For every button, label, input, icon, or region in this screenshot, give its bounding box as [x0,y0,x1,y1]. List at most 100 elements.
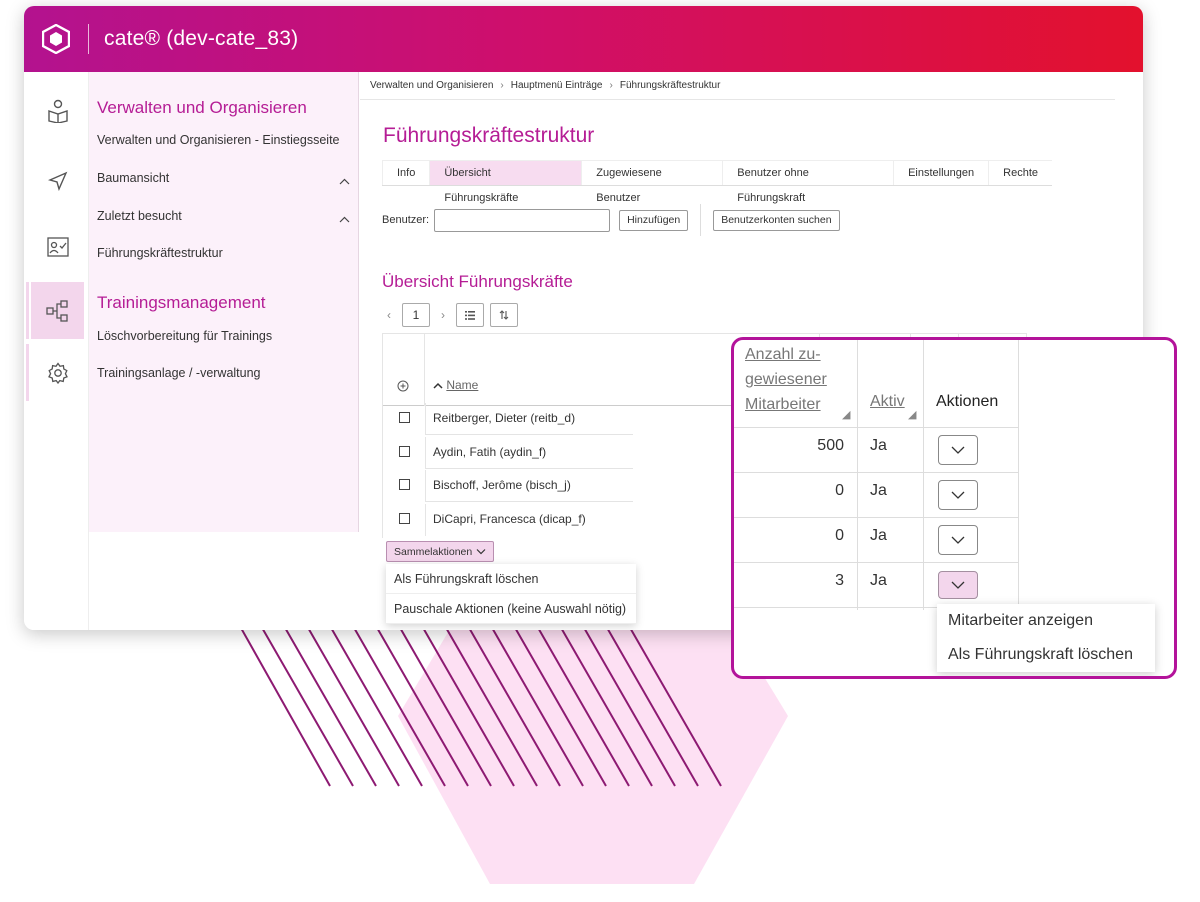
assigned-count: 500 [817,437,844,454]
breadcrumb-chevron-icon: › [609,80,613,91]
title-separator [88,24,89,54]
row-checkbox[interactable] [399,479,410,490]
column-resize-handle-icon[interactable]: ◢ [908,408,916,421]
sort-ascending-icon [433,378,446,392]
bulk-actions-label: Sammelaktionen [394,545,473,558]
next-page-icon[interactable]: › [436,308,450,322]
rail-settings-icon[interactable] [31,344,84,401]
nav-item-leader-structure[interactable]: Führungskräftestruktur [97,246,223,260]
row-actions-menu: Mitarbeiter anzeigen Als Führungskraft l… [937,604,1155,672]
search-accounts-button[interactable]: Benutzerkonten suchen [713,209,840,231]
name-column-label: Name [446,378,479,392]
user-add-row: Benutzer: Hinzufügen Benutzerkonten such… [382,204,840,236]
chevron-up-icon[interactable] [339,212,350,226]
breadcrumb-item[interactable]: Führungskräftestruktur [620,80,721,91]
add-button[interactable]: Hinzufügen [619,209,689,231]
tab-settings[interactable]: Einstellungen [893,161,988,185]
nav-item-start-page[interactable]: Verwalten und Organisieren - Einstiegsse… [97,133,340,147]
chevron-down-icon [476,546,486,558]
row-divider [734,562,1019,563]
zoom-callout: Anzahl zu- gewiesener Mitarbeiter ◢ Akti… [731,337,1177,679]
row-actions-dropdown[interactable] [938,525,978,555]
active-value: Ja [870,527,887,544]
nav-heading-organize: Verwalten und Organisieren [97,98,307,117]
count-column-header-line1[interactable]: Anzahl zu- [745,346,821,364]
breadcrumb-item[interactable]: Verwalten und Organisieren [370,80,493,91]
active-value: Ja [870,437,887,454]
leader-name: Bischoff, Jerôme (bisch_j) [433,478,571,492]
leader-name: Aydin, Fatih (aydin_f) [433,445,547,459]
active-value: Ja [870,572,887,589]
leader-name: Reitberger, Dieter (reitb_d) [433,411,576,425]
assigned-count: 0 [835,527,844,544]
row-checkbox[interactable] [399,446,410,457]
nav-item-recently-visited[interactable]: Zuletzt besucht [97,209,182,223]
column-divider [1018,340,1019,610]
count-column-header-line2[interactable]: gewiesener [745,371,827,389]
menu-delete-leader[interactable]: Als Führungskraft löschen [937,638,1155,672]
user-input[interactable] [434,208,611,232]
active-column-header[interactable]: Aktiv [870,393,905,411]
row-divider [425,501,633,502]
row-checkbox[interactable] [399,513,410,524]
nav-item-training-admin[interactable]: Trainingsanlage / -verwaltung [97,366,261,380]
bulk-menu-general-actions[interactable]: Pauschale Aktionen (keine Auswahl nötig) [386,594,636,624]
menu-show-employees[interactable]: Mitarbeiter anzeigen [937,604,1155,638]
header-divider [734,427,1019,428]
tab-users-without-leader[interactable]: Benutzer ohne Führungskraft [722,161,893,204]
icon-rail [24,72,89,630]
rail-send-icon[interactable] [31,152,84,209]
cell-divider [425,504,426,536]
chevron-down-icon [951,536,965,544]
row-divider [425,434,633,435]
bulk-actions-button[interactable]: Sammelaktionen [386,541,495,562]
tab-rights[interactable]: Rechte [988,161,1052,185]
breadcrumb-item[interactable]: Hauptmenü Einträge [511,80,603,91]
page-title: Führungskräftestruktur [383,124,595,147]
sort-icon[interactable] [490,303,518,327]
nav-item-tree-view[interactable]: Baumansicht [97,171,169,185]
row-actions-dropdown-open[interactable] [938,571,978,599]
rail-organize-icon[interactable] [31,282,84,339]
nav-heading-training: Trainingsmanagement [97,293,266,312]
tab-leader-overview[interactable]: Übersicht Führungskräfte [429,161,582,204]
top-bar: cate® (dev-cate_83) [24,6,1143,72]
cate-logo-icon[interactable] [24,6,88,72]
tab-assigned-users[interactable]: Zugewiesene Benutzer [581,161,722,204]
tab-info[interactable]: Info [382,161,429,185]
breadcrumb-chevron-icon: › [500,80,504,91]
name-column-header[interactable]: Name [433,378,478,392]
breadcrumb: Verwalten und Organisieren › Hauptmenü E… [360,72,1115,100]
bulk-menu-delete-leader[interactable]: Als Führungskraft löschen [386,564,636,594]
row-checkbox[interactable] [399,412,410,423]
column-resize-handle-icon[interactable]: ◢ [842,408,850,421]
rail-assign-icon[interactable] [31,218,84,275]
chevron-up-icon[interactable] [339,174,350,188]
cell-divider [425,437,426,469]
previous-page-icon[interactable]: ‹ [382,308,396,322]
bulk-actions-menu: Als Führungskraft löschen Pauschale Akti… [386,564,636,624]
rail-secondary-marker [26,344,29,401]
row-actions-dropdown[interactable] [938,435,978,465]
pagination: ‹ 1 › [382,303,518,327]
chevron-down-icon [951,446,965,454]
tab-bar: Info Übersicht Führungskräfte Zugewiesen… [382,160,1052,204]
actions-column-header: Aktionen [936,393,999,410]
count-column-header-line3[interactable]: Mitarbeiter [745,396,821,414]
page-number[interactable]: 1 [402,303,430,327]
expand-all-icon[interactable] [397,379,409,397]
column-divider [923,340,924,610]
list-view-icon[interactable] [456,303,484,327]
nav-item-delete-preparation[interactable]: Löschvorbereitung für Trainings [97,329,272,343]
row-actions-dropdown[interactable] [938,480,978,510]
assigned-count: 3 [835,572,844,589]
section-title: Übersicht Führungskräfte [382,272,573,291]
cell-divider [425,470,426,502]
sidebar-navigation: Verwalten und Organisieren Verwalten und… [89,72,359,532]
app-title: cate® (dev-cate_83) [104,27,299,50]
leader-name: DiCapri, Francesca (dicap_f) [433,512,586,526]
active-value: Ja [870,482,887,499]
user-label: Benutzer: [382,214,430,226]
toolbar-divider [700,204,702,236]
rail-learning-icon[interactable] [31,82,84,139]
